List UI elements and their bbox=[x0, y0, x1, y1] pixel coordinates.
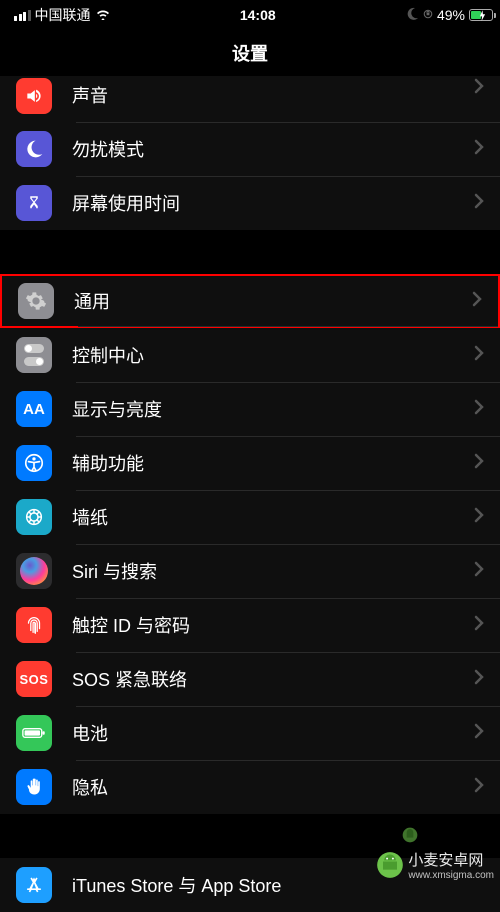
row-sos[interactable]: SOS SOS 紧急联络 bbox=[0, 652, 500, 706]
chevron-right-icon bbox=[474, 507, 484, 528]
carrier-label: 中国联通 bbox=[35, 5, 91, 25]
row-dnd[interactable]: 勿扰模式 bbox=[0, 122, 500, 176]
row-touchid[interactable]: 触控 ID 与密码 bbox=[0, 598, 500, 652]
watermark: 小麦安卓网 www.xmsigma.com bbox=[376, 849, 494, 881]
text-size-icon: AA bbox=[16, 391, 52, 427]
label-privacy: 隐私 bbox=[72, 774, 474, 800]
section-gap bbox=[0, 230, 500, 274]
row-wallpaper[interactable]: 墙纸 bbox=[0, 490, 500, 544]
hand-icon bbox=[16, 769, 52, 805]
status-bar: 中国联通 14:08 49% bbox=[0, 0, 500, 30]
page-title: 设置 bbox=[0, 30, 500, 76]
row-sound[interactable]: 声音 bbox=[0, 76, 500, 122]
accessibility-icon bbox=[16, 445, 52, 481]
label-general: 通用 bbox=[74, 288, 472, 314]
status-right: 49% bbox=[405, 7, 486, 24]
row-general[interactable]: 通用 bbox=[0, 274, 500, 328]
label-display: 显示与亮度 bbox=[72, 396, 474, 422]
row-accessibility[interactable]: 辅助功能 bbox=[0, 436, 500, 490]
sound-icon bbox=[16, 78, 52, 114]
gear-icon bbox=[18, 283, 54, 319]
settings-section-1: 声音 勿扰模式 屏幕使用时间 bbox=[0, 76, 500, 230]
chevron-right-icon bbox=[474, 78, 484, 99]
siri-icon bbox=[16, 553, 52, 589]
label-sound: 声音 bbox=[72, 82, 474, 108]
label-touchid: 触控 ID 与密码 bbox=[72, 612, 474, 638]
row-siri[interactable]: Siri 与搜索 bbox=[0, 544, 500, 598]
orientation-lock-icon bbox=[423, 7, 433, 23]
wifi-icon bbox=[95, 7, 111, 23]
label-battery: 电池 bbox=[72, 720, 474, 746]
status-left: 中国联通 bbox=[14, 5, 111, 25]
chevron-right-icon bbox=[474, 561, 484, 582]
appstore-icon bbox=[16, 867, 52, 903]
clock: 14:08 bbox=[240, 7, 276, 23]
row-control-center[interactable]: 控制中心 bbox=[0, 328, 500, 382]
watermark-small bbox=[402, 827, 418, 843]
signal-icon bbox=[14, 10, 31, 21]
chevron-right-icon bbox=[474, 615, 484, 636]
chevron-right-icon bbox=[474, 453, 484, 474]
wallpaper-icon bbox=[16, 499, 52, 535]
chevron-right-icon bbox=[474, 345, 484, 366]
label-accessibility: 辅助功能 bbox=[72, 450, 474, 476]
dnd-moon-icon bbox=[405, 7, 419, 24]
fingerprint-icon bbox=[16, 607, 52, 643]
chevron-right-icon bbox=[474, 193, 484, 214]
label-control-center: 控制中心 bbox=[72, 342, 474, 368]
label-siri: Siri 与搜索 bbox=[72, 558, 474, 584]
battery-row-icon bbox=[16, 715, 52, 751]
battery-percent: 49% bbox=[437, 7, 465, 23]
moon-icon bbox=[16, 131, 52, 167]
watermark-url: www.xmsigma.com bbox=[408, 870, 494, 881]
settings-section-2: 通用 控制中心 AA 显示与亮度 辅助功能 墙纸 Sir bbox=[0, 274, 500, 814]
label-wallpaper: 墙纸 bbox=[72, 504, 474, 530]
control-center-icon bbox=[16, 337, 52, 373]
hourglass-icon bbox=[16, 185, 52, 221]
label-sos: SOS 紧急联络 bbox=[72, 666, 474, 692]
label-dnd: 勿扰模式 bbox=[72, 136, 474, 162]
chevron-right-icon bbox=[474, 669, 484, 690]
row-privacy[interactable]: 隐私 bbox=[0, 760, 500, 814]
watermark-text: 小麦安卓网 bbox=[408, 849, 494, 870]
sos-icon: SOS bbox=[16, 661, 52, 697]
chevron-right-icon bbox=[474, 399, 484, 420]
chevron-right-icon bbox=[474, 139, 484, 160]
row-screentime[interactable]: 屏幕使用时间 bbox=[0, 176, 500, 230]
row-display[interactable]: AA 显示与亮度 bbox=[0, 382, 500, 436]
chevron-right-icon bbox=[474, 777, 484, 798]
row-battery[interactable]: 电池 bbox=[0, 706, 500, 760]
chevron-right-icon bbox=[472, 291, 482, 312]
chevron-right-icon bbox=[474, 723, 484, 744]
label-screentime: 屏幕使用时间 bbox=[72, 190, 474, 216]
battery-icon bbox=[469, 9, 486, 21]
